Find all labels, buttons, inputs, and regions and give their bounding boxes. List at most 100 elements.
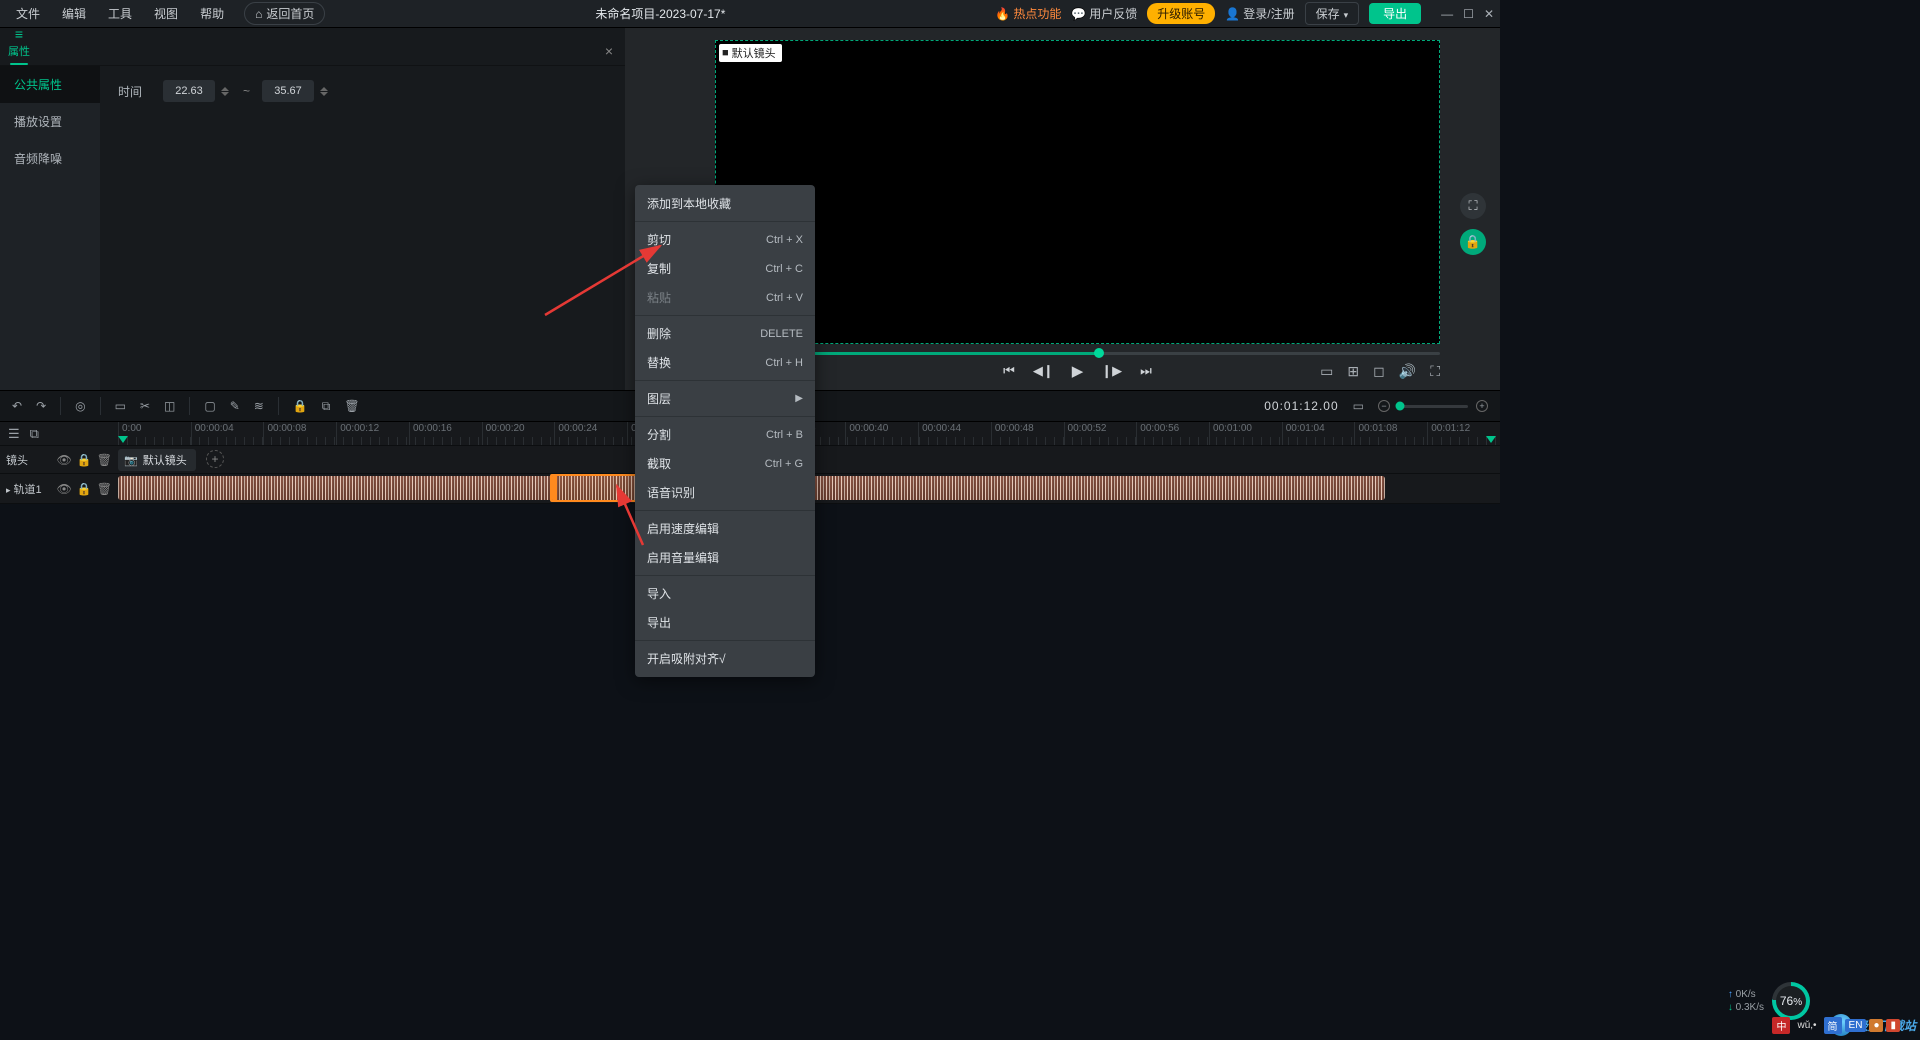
ctx-item[interactable]: 添加到本地收藏 <box>635 189 815 218</box>
mirror-icon[interactable]: ◫ <box>164 399 175 413</box>
lock-track-icon[interactable]: 🔒 <box>77 482 92 496</box>
login-label: 登录/注册 <box>1243 5 1294 22</box>
skip-start-icon[interactable]: ⏮ <box>1003 363 1015 379</box>
export-button[interactable]: 导出 <box>1369 3 1421 24</box>
crop-tool-icon[interactable]: ✂ <box>140 399 150 413</box>
lock-track-icon[interactable]: 🔒 <box>77 453 92 467</box>
preview-canvas[interactable]: ■ 默认镜头 <box>715 40 1440 344</box>
menu-tools[interactable]: 工具 <box>98 1 142 26</box>
ctx-item[interactable]: 复制Ctrl + C <box>635 254 815 283</box>
redo-icon[interactable]: ↷ <box>36 399 46 413</box>
safe-zone-icon[interactable]: ◻ <box>1373 363 1385 380</box>
tab-underline <box>10 63 28 65</box>
save-button[interactable]: 保存▾ <box>1305 2 1360 25</box>
sidebar-item-audio-denoise[interactable]: 音频降噪 <box>0 140 100 177</box>
layers-icon[interactable]: ≋ <box>254 399 264 413</box>
skip-end-icon[interactable]: ⏭ <box>1140 363 1152 379</box>
mark-icon[interactable]: ▢ <box>204 399 215 413</box>
home-label: 返回首页 <box>266 5 314 22</box>
trash-track-icon[interactable]: 🗑 <box>97 453 112 467</box>
grid-icon[interactable]: ⊞ <box>1347 363 1359 380</box>
volume-icon[interactable]: 🔊 <box>1399 363 1416 380</box>
ime-indicator: 中wǔ,•简EN●▮ <box>1772 1017 1900 1034</box>
ctx-item[interactable]: 剪切Ctrl + X <box>635 225 815 254</box>
ctx-item[interactable]: 导入 <box>635 579 815 608</box>
camera-clip-icon: 📷 <box>124 454 138 467</box>
chat-icon: 💬 <box>1071 7 1086 21</box>
menu-edit[interactable]: 编辑 <box>52 1 96 26</box>
ctx-item[interactable]: 截取Ctrl + G <box>635 449 815 478</box>
menu-help[interactable]: 帮助 <box>190 1 234 26</box>
eye-icon[interactable]: 👁 <box>57 482 72 496</box>
menubar: 文件 编辑 工具 视图 帮助 ⌂ 返回首页 未命名项目-2023-07-17* … <box>0 0 1500 28</box>
target-icon[interactable]: ◎ <box>75 399 85 413</box>
time-to-input[interactable]: 35.67 <box>262 80 314 102</box>
track-menu-icon[interactable]: ☰ <box>8 426 20 442</box>
ctx-item[interactable]: 启用速度编辑 <box>635 514 815 543</box>
shot-clip[interactable]: 📷 默认镜头 <box>118 449 196 471</box>
upgrade-button[interactable]: 升级账号 <box>1147 3 1215 24</box>
audio-track-label: 轨道1 <box>14 484 42 496</box>
ctx-item[interactable]: 开启吸附对齐√ <box>635 644 815 673</box>
lock-tool-icon[interactable]: 🔒 <box>293 399 308 413</box>
ratio-icon[interactable]: ▭ <box>115 399 126 413</box>
shot-clip-label: 默认镜头 <box>143 452 187 468</box>
net-down: 0.3K/s <box>1728 1002 1764 1013</box>
maximize-icon[interactable]: ☐ <box>1463 7 1474 21</box>
ctx-item[interactable]: 启用音量编辑 <box>635 543 815 572</box>
panel-close-icon[interactable]: × <box>605 43 617 65</box>
context-menu: 添加到本地收藏剪切Ctrl + X复制Ctrl + C粘贴Ctrl + V 删除D… <box>635 185 815 677</box>
play-icon[interactable]: ▶ <box>1072 362 1084 380</box>
home-button[interactable]: ⌂ 返回首页 <box>244 2 325 25</box>
perf-ring: 76% <box>1772 982 1810 1020</box>
aspect-icon[interactable]: ▭ <box>1353 399 1364 413</box>
fullscreen-icon[interactable]: ⛶ <box>1430 363 1440 380</box>
menu-view[interactable]: 视图 <box>144 1 188 26</box>
zoom-slider[interactable] <box>1398 405 1468 408</box>
zoom-out-icon[interactable]: − <box>1378 400 1390 412</box>
net-up: 0K/s <box>1728 989 1764 1000</box>
project-title: 未命名项目-2023-07-17* <box>327 5 993 22</box>
undo-icon[interactable]: ↶ <box>12 399 22 413</box>
ctx-item[interactable]: 替换Ctrl + H <box>635 348 815 377</box>
eye-icon[interactable]: 👁 <box>57 453 72 467</box>
delete-icon[interactable]: 🗑 <box>344 399 359 413</box>
properties-sidebar: 公共属性 播放设置 音频降噪 <box>0 66 100 390</box>
crop-button[interactable]: ⛶ <box>1460 193 1486 219</box>
add-shot-button[interactable]: + <box>206 450 224 468</box>
sidebar-item-public-props[interactable]: 公共属性 <box>0 66 100 103</box>
ctx-item[interactable]: 分割Ctrl + B <box>635 420 815 449</box>
ctx-item[interactable]: 导出 <box>635 608 815 637</box>
properties-tab[interactable]: ≡ 属性 <box>8 26 30 65</box>
ctx-item[interactable]: 语音识别 <box>635 478 815 507</box>
close-icon[interactable]: ✕ <box>1484 7 1494 21</box>
time-to-spinner[interactable] <box>320 80 330 102</box>
ctx-item[interactable]: 删除DELETE <box>635 319 815 348</box>
menu-file[interactable]: 文件 <box>6 1 50 26</box>
expand-icon[interactable]: ▸ <box>6 485 11 495</box>
hot-features-button[interactable]: 🔥热点功能 <box>995 5 1061 22</box>
ctx-item: 粘贴Ctrl + V <box>635 283 815 312</box>
step-back-icon[interactable]: ◀❙ <box>1033 363 1054 379</box>
step-forward-icon[interactable]: ❙▶ <box>1101 363 1122 379</box>
copy-icon[interactable]: ⧉ <box>322 399 331 414</box>
time-from-input[interactable]: 22.63 <box>163 80 215 102</box>
camera-icon: ■ <box>722 47 729 59</box>
zoom-in-icon[interactable]: + <box>1476 400 1488 412</box>
minimize-icon[interactable]: — <box>1441 7 1453 21</box>
login-button[interactable]: 👤登录/注册 <box>1225 5 1294 22</box>
sidebar-item-playback[interactable]: 播放设置 <box>0 103 100 140</box>
lock-button[interactable]: 🔒 <box>1460 229 1486 255</box>
trash-track-icon[interactable]: 🗑 <box>97 482 112 496</box>
time-from-spinner[interactable] <box>221 80 231 102</box>
ctx-item[interactable]: 图层▶ <box>635 384 815 413</box>
range-start-marker[interactable] <box>118 436 128 443</box>
edit-icon[interactable]: ✎ <box>230 399 240 413</box>
lock-icon: 🔒 <box>1465 234 1481 250</box>
properties-tab-label: 属性 <box>8 43 30 62</box>
range-end-marker[interactable] <box>1486 436 1496 443</box>
screenshot-icon[interactable]: ▭ <box>1320 363 1333 380</box>
track-copy-icon[interactable]: ⧉ <box>30 426 39 442</box>
feedback-button[interactable]: 💬用户反馈 <box>1071 5 1137 22</box>
zoom-control: − + <box>1378 400 1488 412</box>
